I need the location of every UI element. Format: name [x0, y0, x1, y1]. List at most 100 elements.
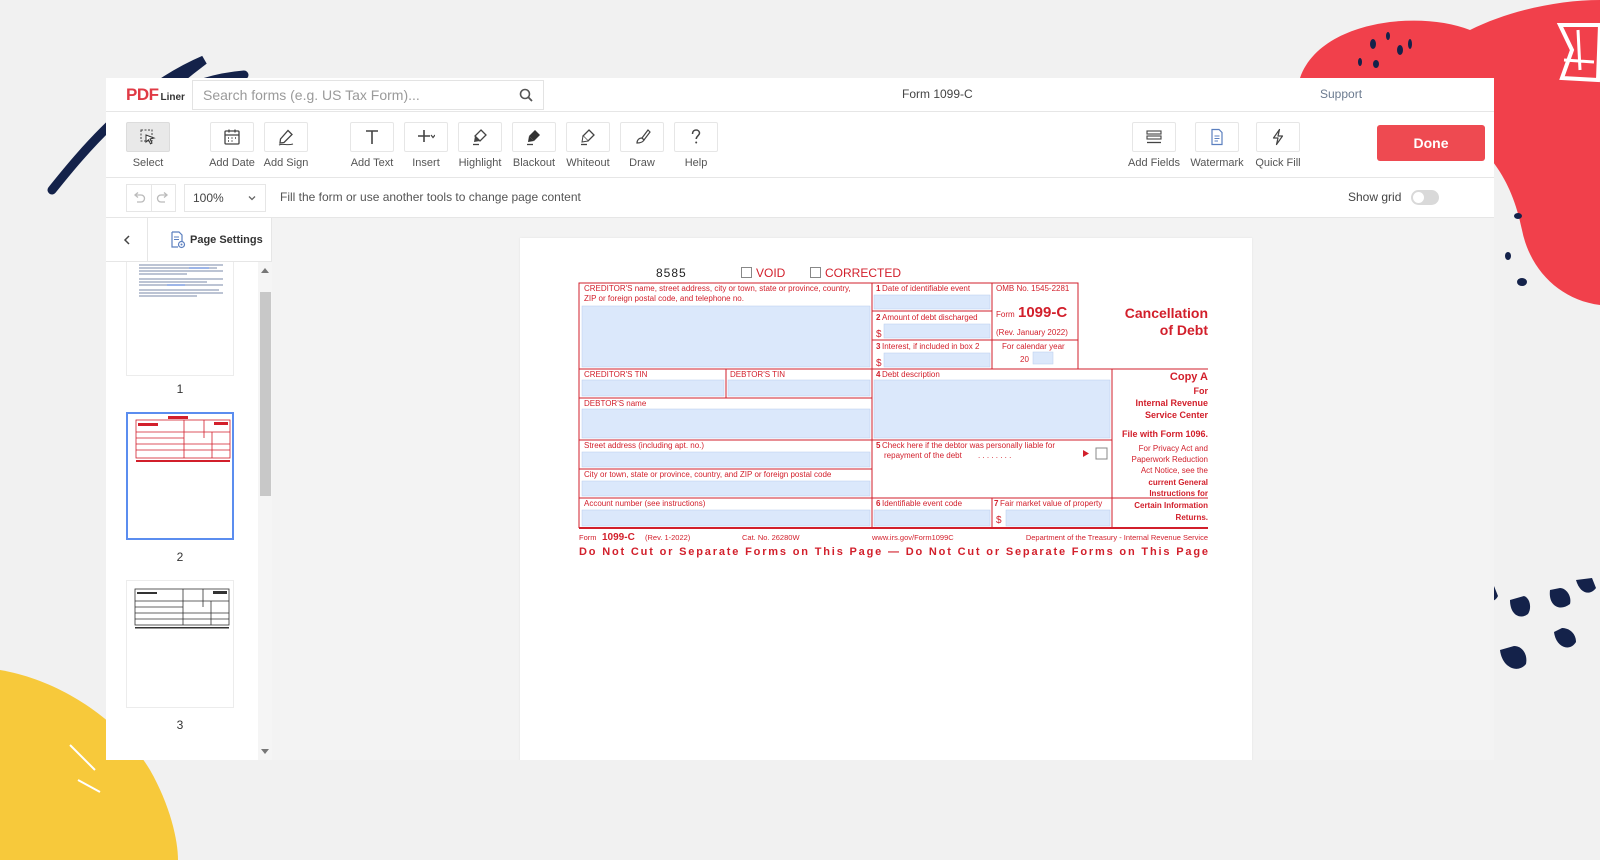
document-canvas: 8585 VOID CORRECTED CREDITOR'S name, str…	[272, 218, 1494, 760]
blackout-tool[interactable]: Blackout	[506, 122, 562, 169]
sidebar-scroll-thumb[interactable]	[260, 292, 271, 496]
form-header-line: 8585 VOID CORRECTED	[578, 266, 1210, 282]
add-date-tool[interactable]: Add Date	[204, 122, 260, 169]
undo-button[interactable]	[127, 185, 151, 211]
support-link[interactable]: Support	[1320, 87, 1362, 101]
add-text-label: Add Text	[350, 157, 394, 169]
logo-main: PDF	[126, 84, 159, 104]
highlight-tool[interactable]: Highlight	[452, 122, 508, 169]
sidebar-scrollbar[interactable]	[258, 262, 272, 760]
corrected-checkbox[interactable]: CORRECTED	[810, 266, 901, 280]
form-body: CREDITOR'S name, street address, city or…	[578, 282, 1209, 558]
navy-dots-decoration	[1482, 578, 1596, 669]
calendar-icon	[224, 129, 240, 145]
page-settings-button[interactable]: Page Settings	[148, 230, 263, 249]
debtor-name-label: DEBTOR'S name	[584, 399, 647, 408]
event-code-field[interactable]	[873, 509, 991, 527]
footer-rev: (Rev. 1-2022)	[645, 533, 691, 542]
year-field[interactable]	[1032, 351, 1054, 365]
page-thumbnail-3[interactable]	[126, 580, 234, 708]
zoom-value: 100%	[193, 191, 224, 205]
privacy-line-1: For Privacy Act and	[1139, 444, 1208, 453]
add-fields-tool[interactable]: Add Fields	[1126, 122, 1182, 169]
thumbnail-preview-2	[135, 416, 231, 462]
box2-number: 2	[876, 313, 881, 322]
select-label: Select	[132, 157, 164, 169]
street-address-field[interactable]	[581, 451, 871, 468]
account-number-field[interactable]	[581, 509, 871, 527]
creditor-tin-field[interactable]	[581, 379, 725, 397]
quick-fill-tool[interactable]: Quick Fill	[1250, 122, 1306, 169]
privacy-line-7: Returns.	[1176, 513, 1208, 522]
liable-checkbox[interactable]	[1095, 447, 1108, 460]
chevron-down-icon	[248, 196, 256, 201]
void-checkbox[interactable]: VOID	[741, 266, 785, 280]
whiteout-label: Whiteout	[566, 157, 610, 169]
logo-sub: Liner	[160, 91, 185, 103]
add-text-tool[interactable]: Add Text	[344, 122, 400, 169]
thumbnail-preview-1	[139, 264, 223, 297]
box7-dollar: $	[996, 515, 1002, 526]
whiteout-tool[interactable]: Whiteout	[560, 122, 616, 169]
watermark-tool[interactable]: Watermark	[1189, 122, 1245, 169]
box3-label: Interest, if included in box 2	[882, 342, 980, 351]
select-tool[interactable]: Select	[120, 122, 176, 169]
search-input[interactable]	[203, 86, 519, 103]
highlighter-icon	[473, 129, 487, 146]
city-field[interactable]	[581, 480, 871, 497]
eraser-icon	[527, 130, 540, 146]
help-tool[interactable]: Help	[668, 122, 724, 169]
liable-arrow-icon	[1083, 450, 1089, 457]
privacy-line-4: current General	[1148, 478, 1208, 487]
pen-icon	[278, 129, 294, 146]
add-sign-tool[interactable]: Add Sign	[258, 122, 314, 169]
debt-description-field[interactable]	[873, 379, 1111, 439]
interest-field[interactable]	[883, 352, 991, 368]
box2-dollar: $	[876, 329, 882, 340]
calendar-year-label: For calendar year	[1002, 342, 1065, 351]
show-grid-toggle[interactable]	[1411, 190, 1439, 205]
done-button[interactable]: Done	[1377, 125, 1485, 161]
box5-label-1: Check here if the debtor was personally …	[882, 441, 1055, 450]
page-thumbnail-1[interactable]	[126, 262, 234, 376]
zoom-select[interactable]: 100%	[184, 184, 266, 212]
watermark-label: Watermark	[1190, 157, 1244, 169]
creditor-name-label: CREDITOR'S name, street address, city or…	[584, 284, 851, 293]
search-icon[interactable]	[519, 88, 533, 102]
privacy-line-2: Paperwork Reduction	[1132, 455, 1208, 464]
page-thumbnail-2[interactable]	[126, 412, 234, 540]
form-code: 8585	[656, 266, 687, 280]
corrected-label: CORRECTED	[825, 266, 902, 280]
pages-sidebar: Page Settings 1 2 3	[106, 217, 272, 760]
page-settings-icon	[171, 230, 186, 248]
creditor-name-field[interactable]	[581, 305, 871, 368]
footer-cat-number: Cat. No. 26280W	[742, 533, 800, 542]
page-settings-label: Page Settings	[190, 233, 263, 246]
form-1099c: 8585 VOID CORRECTED CREDITOR'S name, str…	[578, 266, 1210, 562]
scroll-up-arrow[interactable]	[261, 268, 269, 273]
undo-icon	[133, 192, 145, 203]
collapse-sidebar-button[interactable]	[106, 217, 148, 262]
redo-icon	[157, 192, 169, 203]
corrected-checkbox-box[interactable]	[810, 267, 821, 278]
box5-leader-dots: . . . . . . . .	[978, 451, 1011, 460]
amount-discharged-field[interactable]	[883, 323, 991, 339]
debtor-name-field[interactable]	[581, 408, 871, 439]
box2-label: Amount of debt discharged	[882, 313, 978, 322]
pdfliner-logo[interactable]: PDF Liner	[106, 85, 192, 105]
void-checkbox-box[interactable]	[741, 267, 752, 278]
creditor-tin-label: CREDITOR'S TIN	[584, 370, 648, 379]
scroll-down-arrow[interactable]	[261, 749, 269, 754]
highlight-label: Highlight	[458, 157, 502, 169]
draw-tool[interactable]: Draw	[614, 122, 670, 169]
fair-market-value-field[interactable]	[1005, 509, 1111, 527]
page-number-2: 2	[176, 550, 184, 564]
whiteout-eraser-icon	[581, 129, 595, 146]
form-word: Form	[996, 310, 1015, 319]
quick-fill-label: Quick Fill	[1255, 157, 1301, 169]
debtor-tin-field[interactable]	[727, 379, 871, 397]
insert-tool[interactable]: Insert	[398, 122, 454, 169]
redo-button[interactable]	[150, 185, 176, 211]
street-label: Street address (including apt. no.)	[584, 441, 704, 450]
date-of-event-field[interactable]	[873, 294, 991, 310]
